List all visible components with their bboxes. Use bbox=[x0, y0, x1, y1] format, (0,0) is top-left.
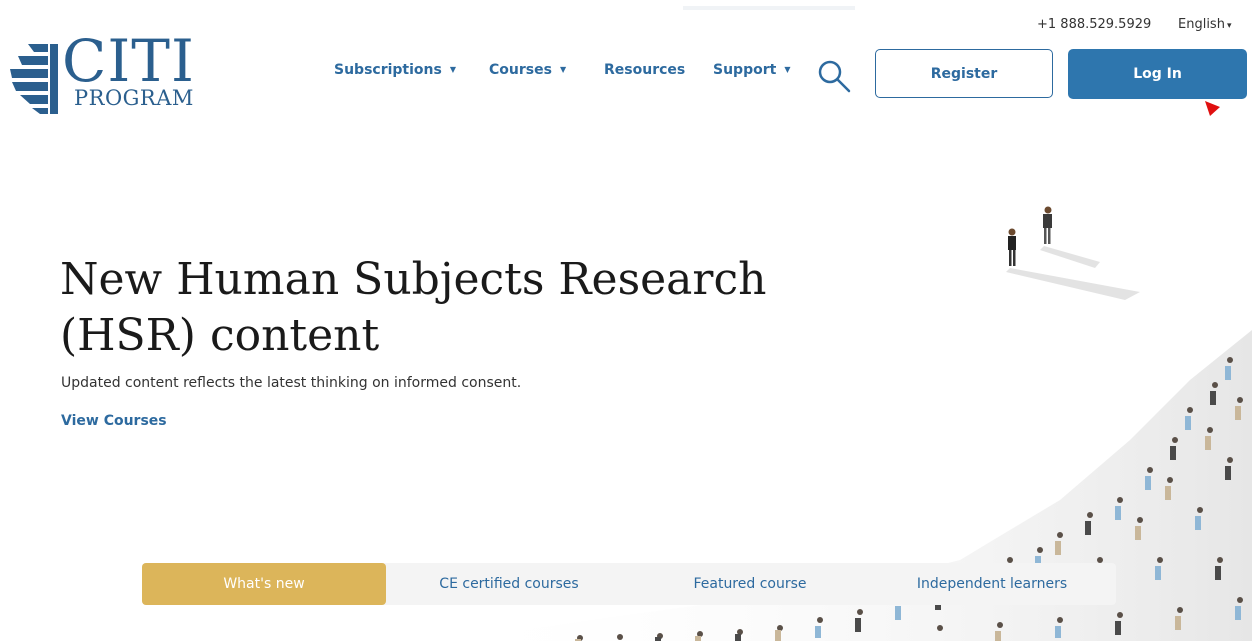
register-button[interactable]: Register bbox=[875, 49, 1053, 98]
phone-number[interactable]: +1 888.529.5929 bbox=[1037, 17, 1151, 32]
tab-whats-new[interactable]: What's new bbox=[142, 563, 386, 605]
chevron-down-icon: ▼ bbox=[449, 65, 456, 74]
nav-courses[interactable]: Courses ▼ bbox=[489, 62, 566, 78]
citi-logo[interactable]: CITI PROGRAM bbox=[8, 32, 198, 116]
nav-support-label: Support bbox=[713, 62, 777, 78]
tab-independent-learners[interactable]: Independent learners bbox=[868, 563, 1116, 605]
language-selector[interactable]: English ▾ bbox=[1178, 17, 1231, 32]
search-icon bbox=[818, 60, 851, 93]
nav-subscriptions-label: Subscriptions bbox=[334, 62, 442, 78]
cursor-icon bbox=[1205, 101, 1220, 116]
hero-title-line-2: (HSR) content bbox=[60, 310, 380, 361]
top-strip bbox=[683, 6, 855, 10]
nav-resources-label: Resources bbox=[604, 62, 686, 78]
language-label: English bbox=[1178, 17, 1225, 32]
chevron-down-icon: ▼ bbox=[784, 65, 791, 74]
tab-featured-course[interactable]: Featured course bbox=[632, 563, 868, 605]
feature-tabs: What's new CE certified courses Featured… bbox=[142, 563, 1116, 605]
nav-subscriptions[interactable]: Subscriptions ▼ bbox=[334, 62, 456, 78]
logo-subtitle: PROGRAM bbox=[74, 86, 194, 110]
view-courses-link[interactable]: View Courses bbox=[61, 413, 167, 429]
hero-title: New Human Subjects Research (HSR) conten… bbox=[60, 252, 960, 364]
leader-shadow bbox=[1006, 268, 1140, 300]
nav-courses-label: Courses bbox=[489, 62, 552, 78]
leader-figures bbox=[1008, 206, 1052, 266]
logo-mark-icon bbox=[10, 44, 58, 114]
chevron-down-icon: ▼ bbox=[559, 65, 567, 74]
tab-ce-certified-courses[interactable]: CE certified courses bbox=[386, 563, 632, 605]
hero-title-line-1: New Human Subjects Research bbox=[60, 254, 767, 305]
logo-wordmark: CITI bbox=[62, 27, 195, 95]
nav-support[interactable]: Support ▼ bbox=[713, 62, 790, 78]
chevron-down-icon: ▾ bbox=[1226, 21, 1232, 31]
nav-resources[interactable]: Resources bbox=[604, 62, 685, 78]
search-button[interactable] bbox=[816, 58, 852, 94]
leader-shadow bbox=[1040, 246, 1100, 268]
hero-subtitle: Updated content reflects the latest thin… bbox=[61, 375, 522, 391]
login-button[interactable]: Log In bbox=[1068, 49, 1247, 99]
